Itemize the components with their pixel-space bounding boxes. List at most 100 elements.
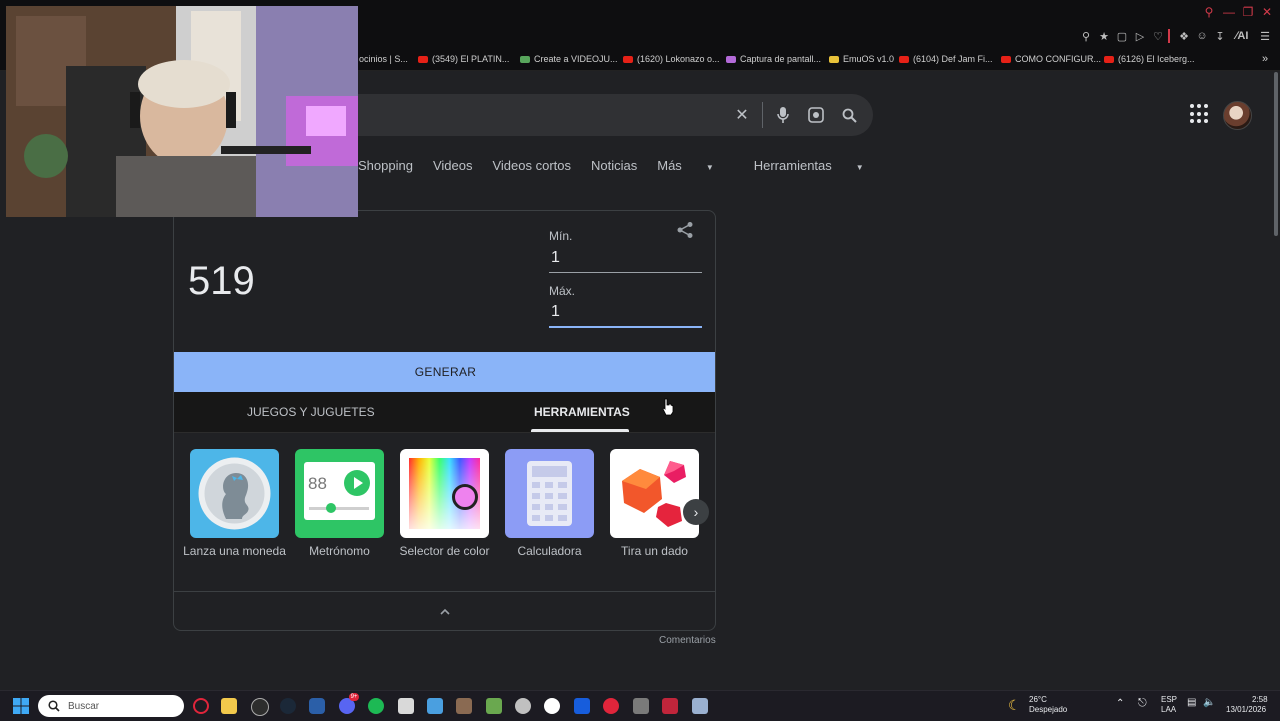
calculator-tile[interactable]: [505, 449, 594, 538]
tab-juegos-y-juguetes[interactable]: JUEGOS Y JUGUETES: [247, 392, 375, 432]
app-icon[interactable]: [544, 698, 560, 714]
zoom-icon[interactable]: ⚲: [1077, 24, 1095, 48]
bookmark-item[interactable]: COMO CONFIGUR...: [1001, 48, 1101, 70]
download-icon[interactable]: ↧: [1211, 24, 1229, 48]
comments-link[interactable]: Comentarios: [659, 635, 716, 646]
chevron-up-icon[interactable]: [433, 601, 457, 621]
google-apps-icon[interactable]: [1190, 104, 1210, 124]
color-picker-tile[interactable]: [400, 449, 489, 538]
play-icon[interactable]: ▷: [1131, 24, 1149, 48]
weather-temp[interactable]: 26°C: [1029, 695, 1047, 705]
search-input[interactable]: ✕: [320, 94, 873, 136]
tab-videos[interactable]: Videos: [433, 158, 473, 178]
bookmark-item[interactable]: (1620) Lokonazo o...: [623, 48, 720, 70]
lens-icon[interactable]: [800, 94, 832, 136]
search-icon[interactable]: ⚲: [1200, 0, 1218, 24]
app-icon[interactable]: [603, 698, 619, 714]
chevron-up-icon[interactable]: ⌃: [1116, 698, 1124, 709]
microphone-icon[interactable]: ⎋: [1138, 697, 1147, 710]
bitwarden-icon[interactable]: [574, 698, 590, 714]
tab-videos-cortos[interactable]: Videos cortos: [492, 158, 571, 178]
bookmark-item[interactable]: Create a VIDEOJU...: [520, 48, 618, 70]
menu-icon[interactable]: ☰: [1256, 24, 1274, 48]
bookmark-label: Create a VIDEOJU...: [534, 54, 618, 64]
generate-button[interactable]: GENERAR: [174, 352, 715, 392]
app-icon[interactable]: [633, 698, 649, 714]
youtube-icon: [623, 55, 633, 63]
tool-label: Selector de color: [399, 544, 490, 558]
screenshot-icon[interactable]: ▢: [1113, 24, 1131, 48]
tab-herramientas[interactable]: Herramientas ▼: [754, 158, 884, 178]
network-icon[interactable]: ▤: [1187, 697, 1196, 708]
pin-icon[interactable]: ★: [1095, 24, 1113, 48]
active-tab-indicator: [531, 429, 629, 432]
bookmark-label: (6104) Def Jam Fi...: [913, 54, 993, 64]
volume-icon[interactable]: 🔈: [1203, 697, 1215, 708]
max-field[interactable]: [549, 298, 702, 328]
discord-badge: 9+: [349, 693, 359, 701]
avatar[interactable]: [1223, 101, 1252, 130]
steam-icon[interactable]: [280, 698, 296, 714]
app-icon[interactable]: [662, 698, 678, 714]
bookmark-label: (6126) El Iceberg...: [1118, 54, 1195, 64]
dice-icon: [622, 461, 686, 527]
chevron-right-icon[interactable]: ›: [683, 499, 709, 525]
app-icon[interactable]: [456, 698, 472, 714]
restore-button[interactable]: ❐: [1239, 0, 1257, 24]
bookmark-item[interactable]: (6126) El Iceberg...: [1104, 48, 1195, 70]
taskbar-search[interactable]: Buscar: [38, 695, 184, 717]
weather-desc[interactable]: Despejado: [1029, 705, 1067, 715]
ai-button[interactable]: ∕ AI: [1229, 24, 1255, 48]
tab-noticias[interactable]: Noticias: [591, 158, 637, 178]
bookmark-item[interactable]: Captura de pantall...: [726, 48, 821, 70]
min-label: Mín.: [549, 229, 573, 243]
toolbar-divider: [1168, 29, 1170, 43]
color-picker-handle-icon: [452, 484, 478, 510]
search-divider: [762, 102, 763, 128]
extensions-icon[interactable]: ❖: [1175, 24, 1193, 48]
bookmark-item[interactable]: ocinios | S...: [359, 48, 408, 70]
tool-label: Metrónomo: [309, 544, 370, 558]
spotify-icon[interactable]: [368, 698, 384, 714]
profile-icon[interactable]: ☺: [1193, 24, 1211, 48]
bookmark-item[interactable]: (6104) Def Jam Fi...: [899, 48, 993, 70]
notepad-icon[interactable]: [427, 698, 443, 714]
app-icon[interactable]: [251, 698, 269, 716]
opera-icon[interactable]: [193, 698, 209, 714]
language-top[interactable]: ESP: [1161, 695, 1177, 705]
youtube-icon: [418, 55, 428, 63]
app-icon[interactable]: [515, 698, 531, 714]
tool-label: Lanza una moneda: [183, 544, 286, 558]
clock-date[interactable]: 13/01/2026: [1226, 705, 1266, 715]
clear-icon[interactable]: ✕: [726, 94, 758, 136]
language-bottom[interactable]: LAA: [1161, 705, 1176, 715]
scrollbar[interactable]: [1272, 72, 1280, 242]
windows-start-icon[interactable]: [13, 698, 29, 714]
metronome-tile[interactable]: 88: [295, 449, 384, 538]
app-icon[interactable]: [398, 698, 414, 714]
app-icon[interactable]: [692, 698, 708, 714]
app-icon[interactable]: [309, 698, 325, 714]
more-bookmarks-icon[interactable]: »: [1262, 48, 1268, 70]
tab-shopping[interactable]: Shopping: [358, 158, 413, 178]
app-icon[interactable]: [486, 698, 502, 714]
min-field[interactable]: [549, 243, 702, 273]
bookmark-item[interactable]: (3549) El PLATIN...: [418, 48, 509, 70]
taskbar-search-placeholder: Buscar: [68, 700, 100, 712]
dice-tile[interactable]: [610, 449, 699, 538]
tab-mas[interactable]: Más ▼: [657, 158, 733, 178]
coin-icon: [198, 457, 271, 530]
search-icon[interactable]: [833, 94, 865, 136]
bookmark-label: (1620) Lokonazo o...: [637, 54, 720, 64]
tab-herramientas-tools[interactable]: HERRAMIENTAS: [534, 392, 630, 432]
category-tabs: JUEGOS Y JUGUETES HERRAMIENTAS: [174, 392, 715, 433]
heart-icon[interactable]: ♡: [1149, 24, 1167, 48]
minimize-button[interactable]: —: [1220, 0, 1238, 24]
coin-flip-tile[interactable]: [190, 449, 279, 538]
close-button[interactable]: ✕: [1258, 0, 1276, 24]
clock-time[interactable]: 2:58: [1252, 695, 1268, 705]
share-icon[interactable]: [676, 221, 698, 243]
bookmark-item[interactable]: EmuOS v1.0: [829, 48, 894, 70]
microphone-icon[interactable]: [767, 94, 799, 136]
folder-icon[interactable]: [221, 698, 237, 714]
